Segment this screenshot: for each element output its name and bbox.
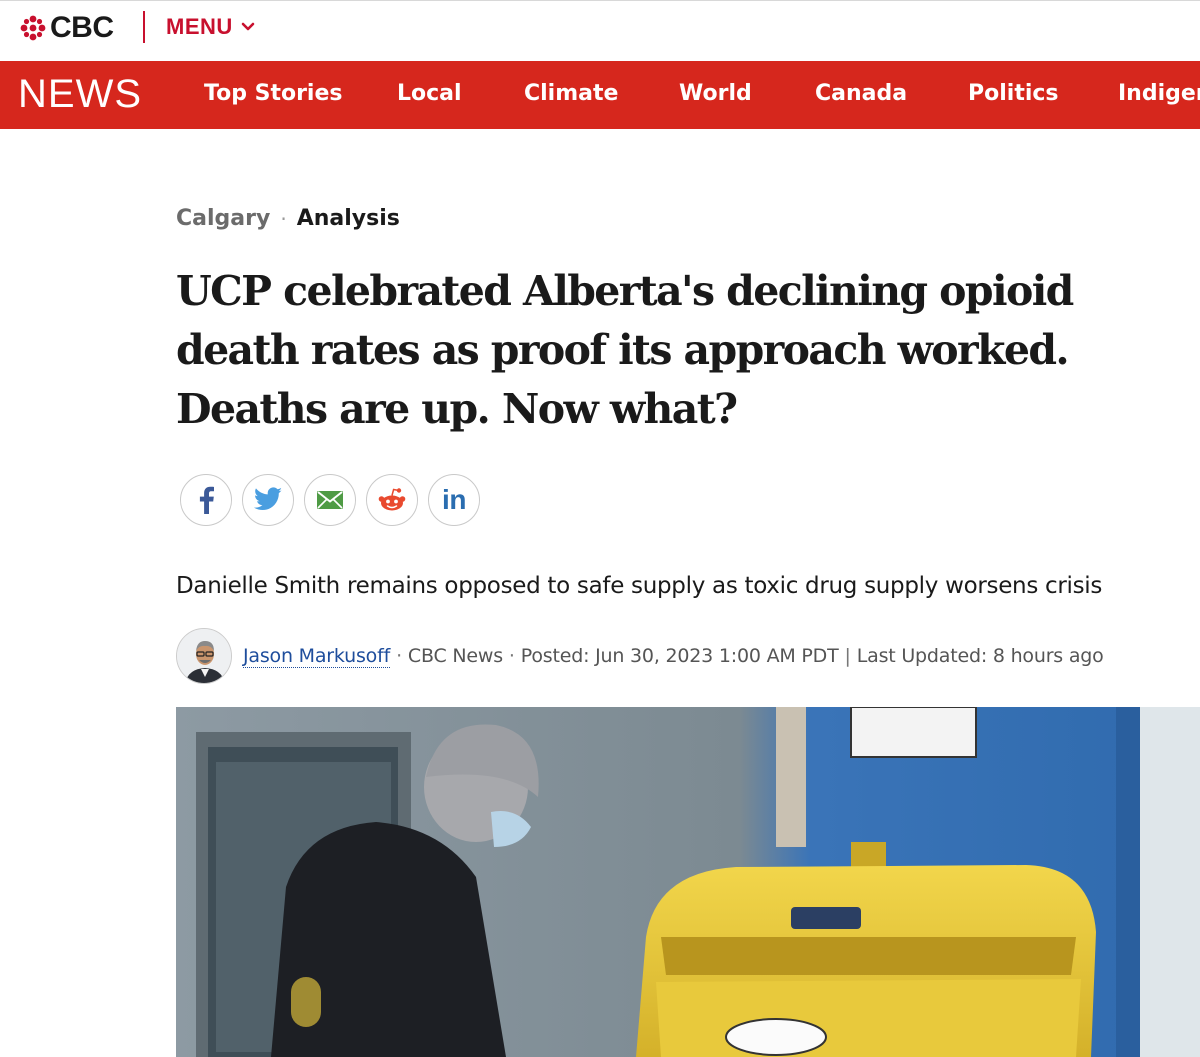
breadcrumb: Calgary · Analysis <box>176 206 400 231</box>
email-icon <box>317 491 343 509</box>
article-label: Analysis <box>296 206 400 231</box>
byline-updated: Last Updated: 8 hours ago <box>856 645 1104 667</box>
linkedin-icon: in <box>442 484 466 515</box>
news-nav: NEWS Top Stories Local Climate World Can… <box>0 61 1200 129</box>
chevron-down-icon <box>241 22 255 31</box>
author-link[interactable]: Jason Markusoff <box>243 645 390 668</box>
menu-button[interactable]: MENU <box>166 14 255 40</box>
byline-posted: Posted: Jun 30, 2023 1:00 AM PDT <box>520 645 839 667</box>
byline-outlet: CBC News <box>407 645 503 667</box>
author-photo <box>177 629 231 683</box>
breadcrumb-section-link[interactable]: Calgary <box>176 206 270 231</box>
facebook-icon <box>199 486 214 514</box>
article-headline: UCP celebrated Alberta's declining opioi… <box>176 267 1074 433</box>
cbc-gem-icon <box>20 15 46 41</box>
hero-photo <box>176 707 1200 1057</box>
top-divider <box>143 11 145 43</box>
nav-item-canada[interactable]: Canada <box>815 81 907 106</box>
article-deck: Danielle Smith remains opposed to safe s… <box>176 573 1103 599</box>
menu-label: MENU <box>166 14 233 39</box>
share-reddit-button[interactable] <box>366 474 418 526</box>
share-twitter-button[interactable] <box>242 474 294 526</box>
reddit-icon <box>378 488 406 511</box>
nav-item-climate[interactable]: Climate <box>524 81 618 106</box>
share-email-button[interactable] <box>304 474 356 526</box>
cbc-wordmark: CBC <box>50 11 114 44</box>
share-bar: in <box>180 474 480 526</box>
twitter-icon <box>253 487 282 510</box>
nav-item-local[interactable]: Local <box>397 81 462 106</box>
byline-dot: · <box>396 645 402 667</box>
nav-item-politics[interactable]: Politics <box>968 81 1059 106</box>
cbc-logo[interactable]: CBC <box>20 13 114 43</box>
top-bar: CBC MENU <box>0 0 1200 61</box>
breadcrumb-dot: · <box>280 206 287 231</box>
byline-dot: · <box>508 645 515 667</box>
nav-item-world[interactable]: World <box>679 81 752 106</box>
news-section-label[interactable]: NEWS <box>18 72 142 116</box>
author-avatar[interactable] <box>176 628 232 684</box>
hero-image[interactable] <box>176 707 1200 1057</box>
nav-item-top-stories[interactable]: Top Stories <box>204 81 343 106</box>
byline: Jason Markusoff · CBC News · Posted: Jun… <box>176 628 1104 684</box>
share-linkedin-button[interactable]: in <box>428 474 480 526</box>
nav-item-indigenous[interactable]: Indigenous <box>1118 81 1200 106</box>
share-facebook-button[interactable] <box>180 474 232 526</box>
byline-separator: | <box>844 645 851 667</box>
